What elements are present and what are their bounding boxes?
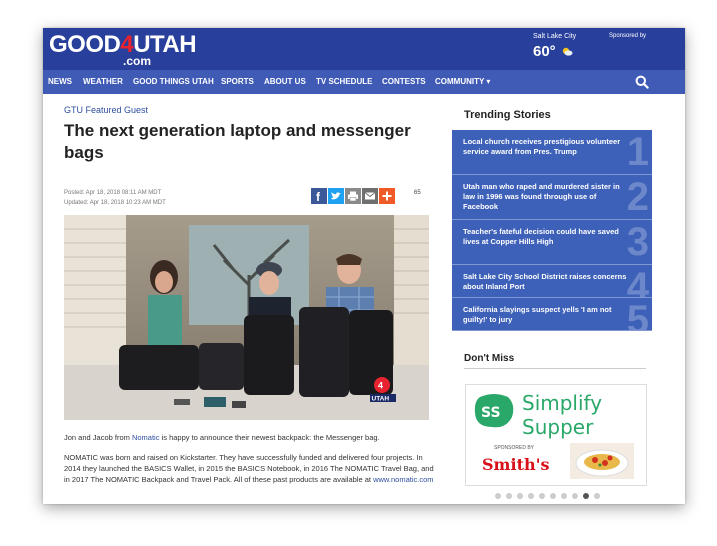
svg-text:4: 4: [378, 381, 383, 391]
trending-story[interactable]: 1 Local church receives prestigious volu…: [452, 130, 652, 175]
nav-item-good-things-utah[interactable]: GOOD THINGS UTAH: [133, 77, 214, 86]
carousel-dot[interactable]: [539, 493, 545, 499]
logo-domain: .com: [123, 54, 152, 68]
main-navigation: NEWS WEATHER GOOD THINGS UTAH SPORTS ABO…: [43, 70, 685, 94]
article-headline: The next generation laptop and messenger…: [64, 121, 411, 162]
ad-headline: Simplify: [522, 391, 603, 415]
posted-timestamp: Posted: Apr 18, 2018 08:11 AM MDT: [64, 190, 162, 196]
plus-icon: [382, 191, 392, 201]
nav-item-about-us[interactable]: ABOUT US: [264, 77, 306, 86]
carousel-dot[interactable]: [495, 493, 501, 499]
ad-headline: Supper: [522, 415, 594, 439]
carousel-dot[interactable]: [594, 493, 600, 499]
carousel-dot[interactable]: [506, 493, 512, 499]
twitter-icon: [331, 192, 341, 200]
share-count: 65: [414, 190, 421, 196]
browser-page: GOOD4UTAH .com Salt Lake City 60° Sponso…: [43, 28, 685, 504]
dont-miss-heading: Don't Miss: [464, 353, 515, 364]
nav-item-news[interactable]: NEWS: [48, 77, 72, 86]
article-paragraph: NOMATIC was born and raised on Kickstart…: [64, 453, 434, 484]
divider: [464, 368, 646, 369]
article-category-link[interactable]: GTU Featured Guest: [64, 105, 148, 115]
nav-item-contests[interactable]: CONTESTS: [382, 77, 426, 86]
carousel-dot[interactable]: [528, 493, 534, 499]
facebook-share-button[interactable]: f: [311, 188, 327, 204]
trending-story[interactable]: 3 Teacher's fateful decision could have …: [452, 220, 652, 265]
twitter-share-button[interactable]: [328, 188, 344, 204]
nav-item-community[interactable]: COMMUNITY ▾: [435, 77, 490, 86]
search-icon[interactable]: [635, 75, 649, 89]
studio-photo-illustration: 4 UTAH: [64, 215, 429, 420]
email-share-button[interactable]: [362, 188, 378, 204]
trending-story[interactable]: 2 Utah man who raped and murdered sister…: [452, 175, 652, 220]
svg-text:SS: SS: [481, 405, 501, 421]
printer-icon: [348, 191, 358, 202]
updated-timestamp: Updated: Apr 18, 2018 10:23 AM MDT: [64, 200, 166, 206]
trending-story[interactable]: 4 Salt Lake City School District raises …: [452, 265, 652, 298]
carousel-dot[interactable]: [561, 493, 567, 499]
trending-story[interactable]: 5 California slayings suspect yells 'I a…: [452, 298, 652, 331]
weather-city: Salt Lake City: [533, 33, 577, 40]
carousel-dot[interactable]: [517, 493, 523, 499]
nav-item-sports[interactable]: SPORTS: [221, 77, 254, 86]
envelope-icon: [364, 192, 376, 200]
carousel-dot[interactable]: [550, 493, 556, 499]
nomatic-link[interactable]: Nomatic: [132, 433, 160, 442]
carousel-dot[interactable]: [572, 493, 578, 499]
weather-temperature[interactable]: 60°: [533, 43, 556, 60]
article-paragraph: Jon and Jacob from Nomatic is happy to a…: [64, 433, 380, 442]
nomatic-website-link[interactable]: www.nomatic.com: [373, 475, 433, 484]
article-photo[interactable]: 4 UTAH: [64, 215, 429, 420]
partly-sunny-icon: [562, 47, 573, 56]
carousel-dot[interactable]: [583, 493, 589, 499]
ss-badge-icon: SS: [474, 394, 514, 428]
site-header: GOOD4UTAH .com Salt Lake City 60° Sponso…: [43, 28, 685, 70]
site-logo[interactable]: GOOD4UTAH .com: [49, 31, 239, 68]
more-share-button[interactable]: [379, 188, 395, 204]
ad-sponsored-label: SPONSORED BY: [494, 445, 535, 451]
station-bug-label: UTAH: [372, 396, 390, 403]
sponsored-by-label: Sponsored by: [609, 33, 647, 39]
svg-text:f: f: [316, 190, 321, 204]
pasta-dish-icon: [570, 443, 634, 479]
nav-item-tv-schedule[interactable]: TV SCHEDULE: [316, 77, 372, 86]
facebook-icon: f: [316, 190, 321, 204]
smiths-logo: Smith's: [482, 455, 550, 474]
advertisement-banner[interactable]: SS Simplify Supper SPONSORED BY Smith's: [465, 384, 647, 486]
print-button[interactable]: [345, 188, 361, 204]
nav-item-weather[interactable]: WEATHER: [83, 77, 123, 86]
trending-stories-heading: Trending Stories: [464, 109, 551, 121]
